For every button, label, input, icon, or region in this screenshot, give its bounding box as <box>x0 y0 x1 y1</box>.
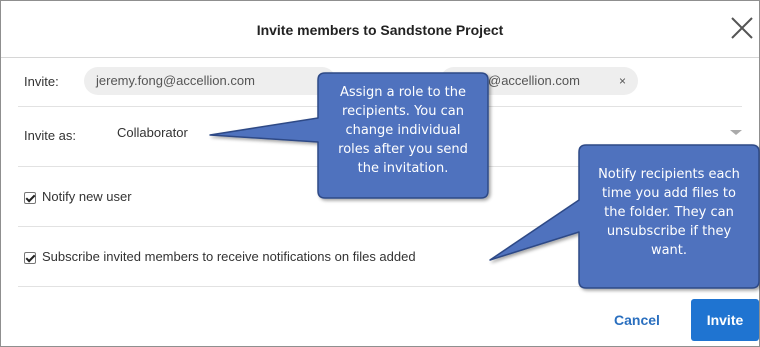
callout-line: Notify recipients each <box>598 167 740 182</box>
callout-line: change individual <box>345 123 461 138</box>
cancel-button[interactable]: Cancel <box>602 306 672 334</box>
close-icon[interactable] <box>729 15 755 41</box>
callout-line: Assign a role to the <box>339 85 467 100</box>
subscribe-checkbox[interactable] <box>24 252 36 264</box>
subscribe-label: Subscribe invited members to receive not… <box>42 249 416 264</box>
callout-line: the invitation. <box>357 161 449 176</box>
callout-line: roles after you send <box>338 142 468 157</box>
callout-line: the folder. They can <box>604 205 734 220</box>
dialog-header: Invite members to Sandstone Project <box>1 1 759 58</box>
chevron-down-icon[interactable] <box>730 130 742 135</box>
recipient-email: jeremy.fong@accellion.com <box>96 73 255 88</box>
invite-button[interactable]: Invite <box>691 299 759 341</box>
recipient-chip[interactable]: jeremy.fong@accellion.com <box>84 67 336 95</box>
callout-line: unsubscribe if they <box>606 224 732 239</box>
invite-as-label: Invite as: <box>24 128 77 143</box>
invite-label: Invite: <box>24 74 59 89</box>
notify-callout-text: Notify recipients each time you add file… <box>581 165 757 260</box>
notify-new-user-checkbox[interactable] <box>24 192 36 204</box>
remove-recipient-icon[interactable]: × <box>619 67 626 95</box>
callout-line: time you add files to <box>602 186 736 201</box>
role-callout-text: Assign a role to the recipients. You can… <box>320 83 486 178</box>
dialog-title: Invite members to Sandstone Project <box>256 22 504 38</box>
callout-line: recipients. You can <box>342 104 464 119</box>
recipient-email: @accellion.com <box>488 73 580 88</box>
callout-line: want. <box>650 243 688 258</box>
notify-new-user-label: Notify new user <box>42 189 132 204</box>
role-select[interactable]: Collaborator <box>117 125 188 140</box>
